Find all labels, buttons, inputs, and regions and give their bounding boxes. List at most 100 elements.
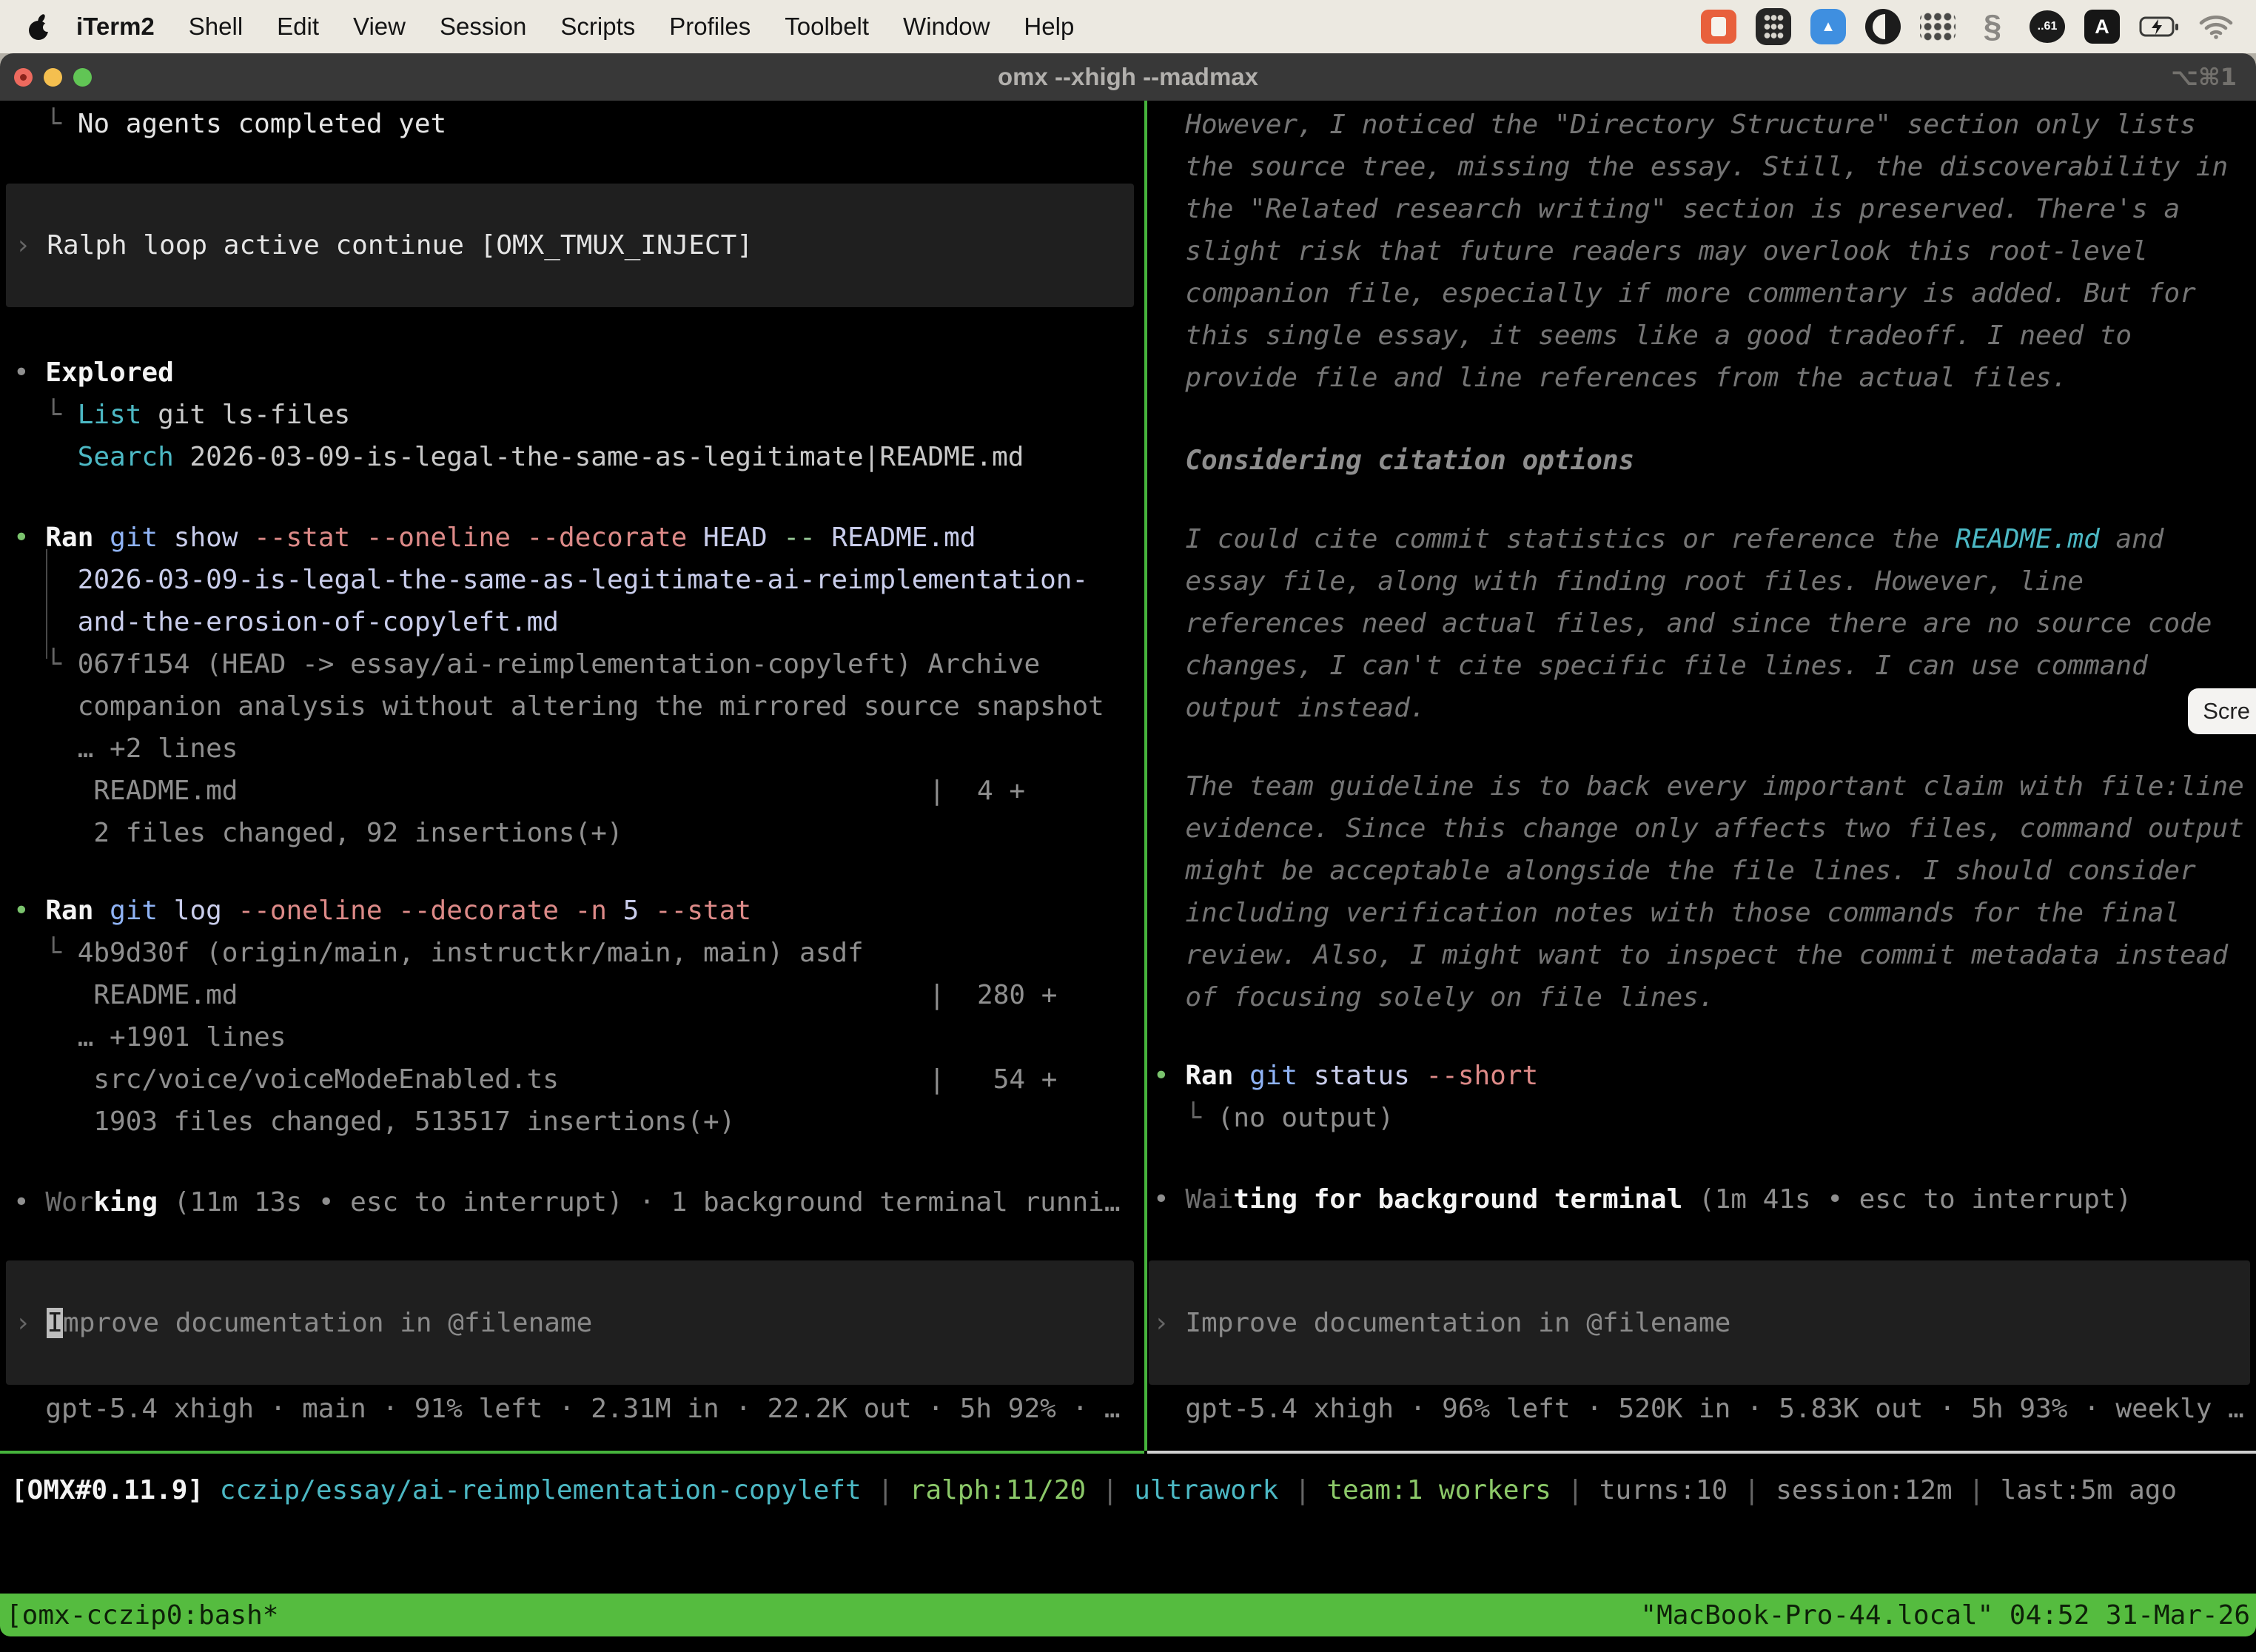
wifi-icon[interactable]	[2198, 9, 2234, 44]
menu-shell[interactable]: Shell	[172, 13, 260, 41]
active-pane-border	[0, 1451, 1144, 1454]
grid-widget-icon[interactable]	[1756, 8, 1791, 45]
screenshot-tool-icon[interactable]	[1701, 10, 1736, 44]
terminal-line: the "Related research writing" section i…	[1153, 188, 2256, 230]
battery-icon[interactable]	[2139, 9, 2179, 44]
input-source-icon[interactable]: A	[2084, 10, 2120, 44]
window-title: omx --xhigh --madmax	[0, 63, 2256, 91]
reasoning-heading: Considering citation options	[1149, 440, 2256, 482]
terminal-line: review. Also, I might want to inspect th…	[1153, 934, 2256, 976]
dots-grid-icon[interactable]	[1920, 12, 1955, 41]
terminal-line: › Ralph loop active continue [OMX_TMUX_I…	[15, 224, 1134, 266]
right-pane[interactable]: However, I noticed the "Directory Struct…	[1149, 101, 2256, 1451]
close-button[interactable]	[14, 68, 33, 87]
blue-bolt-icon[interactable]: ▲	[1810, 9, 1846, 44]
terminal-line: • Waiting for background terminal (1m 41…	[1153, 1178, 2256, 1220]
terminal-line: this single essay, it seems like a good …	[1153, 315, 2256, 357]
model-status: gpt-5.4 xhigh · main · 91% left · 2.31M …	[0, 1388, 1144, 1430]
screen-overlay-label: Scre	[2203, 698, 2250, 725]
zoom-button[interactable]	[73, 68, 92, 87]
terminal-line: • Ran git show --stat --oneline --decora…	[13, 517, 1144, 559]
terminal-line: of focusing solely on file lines.	[1153, 976, 2256, 1018]
pane-divider[interactable]	[1144, 101, 1147, 1451]
terminal-line: I could cite commit statistics or refere…	[1153, 518, 2256, 560]
titlebar[interactable]: omx --xhigh --madmax ⌥⌘1	[0, 53, 2256, 101]
terminal-line: changes, I can't cite specific file line…	[1153, 645, 2256, 687]
menu-view[interactable]: View	[336, 13, 423, 41]
terminal-line: src/voice/voiceModeEnabled.ts| 54 +	[13, 1058, 1144, 1101]
tab-shortcut-badge: ⌥⌘1	[2171, 63, 2237, 91]
agents-note: └ No agents completed yet	[0, 103, 1144, 145]
menu-window[interactable]: Window	[886, 13, 1007, 41]
terminal-line: Considering citation options	[1153, 440, 2256, 482]
terminal-line: references need actual files, and since …	[1153, 602, 2256, 645]
menu-profiles[interactable]: Profiles	[652, 13, 768, 41]
terminal-line: the source tree, missing the essay. Stil…	[1153, 146, 2256, 188]
injected-command-box[interactable]: › Ralph loop active continue [OMX_TMUX_I…	[6, 184, 1134, 307]
terminal-line: › Improve documentation in @filename	[15, 1302, 1134, 1344]
apple-menu-icon[interactable]	[27, 10, 52, 43]
screen-overlay-chip[interactable]: Scre	[2188, 688, 2256, 734]
media-crescent-icon[interactable]	[1865, 9, 1901, 44]
terminal-line: • Working (11m 13s • esc to interrupt) ·…	[13, 1181, 1144, 1223]
reasoning-paragraph-1: However, I noticed the "Directory Struct…	[1149, 104, 2256, 399]
terminal-line: • Explored	[13, 352, 1144, 394]
terminal-line: and-the-erosion-of-copyleft.md	[13, 601, 1144, 643]
terminal-line: The team guideline is to back every impo…	[1153, 765, 2256, 807]
menubar: iTerm2ShellEditViewSessionScriptsProfile…	[0, 0, 2256, 53]
menu-help[interactable]: Help	[1007, 13, 1091, 41]
terminal-line: 2 files changed, 92 insertions(+)	[13, 812, 1144, 854]
minimize-button[interactable]	[44, 68, 62, 87]
terminal-line: including verification notes with those …	[1153, 892, 2256, 934]
terminal-line: └ 067f154 (HEAD -> essay/ai-reimplementa…	[13, 643, 1144, 685]
terminal-line: └ (no output)	[1153, 1097, 2256, 1139]
terminal-line: provide file and line references from th…	[1153, 357, 2256, 399]
left-pane[interactable]: └ No agents completed yet › Ralph loop ac…	[0, 101, 1144, 1451]
reasoning-paragraph-3: The team guideline is to back every impo…	[1149, 765, 2256, 1018]
terminal-line: └ No agents completed yet	[13, 103, 1144, 145]
git-status-block: • Ran git status --short └ (no output)	[1149, 1055, 2256, 1139]
terminal-line: Search 2026-03-09-is-legal-the-same-as-l…	[13, 436, 1144, 478]
menu-session[interactable]: Session	[423, 13, 543, 41]
terminal-line: slight risk that future readers may over…	[1153, 230, 2256, 272]
terminal-line: • Ran git log --oneline --decorate -n 5 …	[13, 890, 1144, 932]
menu-iterm2[interactable]: iTerm2	[59, 13, 172, 41]
reasoning-paragraph-2: I could cite commit statistics or refere…	[1149, 518, 2256, 729]
terminal-line: • Ran git status --short	[1153, 1055, 2256, 1097]
git-show-block: • Ran git show --stat --oneline --decora…	[0, 517, 1144, 854]
prompt-input[interactable]: › Improve documentation in @filename	[6, 1260, 1134, 1385]
terminal-line: companion file, especially if more comme…	[1153, 272, 2256, 315]
menubar-status-icons: ▲ § ..61 A	[1682, 8, 2246, 45]
prompt-input[interactable]: › Improve documentation in @filename	[1149, 1260, 2250, 1385]
terminal-line: gpt-5.4 xhigh · main · 91% left · 2.31M …	[13, 1388, 1144, 1430]
waiting-status: • Waiting for background terminal (1m 41…	[1149, 1178, 2256, 1220]
explored-block: • Explored └ List git ls-files Search 20…	[0, 352, 1144, 478]
tmux-status-bar: [omx-cczip0:bash* "MacBook-Pro-44.local"…	[0, 1594, 2256, 1636]
terminal[interactable]: └ No agents completed yet › Ralph loop ac…	[0, 101, 2256, 1451]
terminal-line: However, I noticed the "Directory Struct…	[1153, 104, 2256, 146]
tree-guide-line	[46, 549, 47, 659]
menu-edit[interactable]: Edit	[260, 13, 336, 41]
menu-toolbelt[interactable]: Toolbelt	[768, 13, 886, 41]
inactive-pane-border	[1147, 1451, 2256, 1454]
terminal-line: might be acceptable alongside the file l…	[1153, 850, 2256, 892]
terminal-line: 2026-03-09-is-legal-the-same-as-legitima…	[13, 559, 1144, 601]
squiggle-icon[interactable]: §	[1975, 9, 2010, 44]
menu-scripts[interactable]: Scripts	[543, 13, 652, 41]
terminal-line: gpt-5.4 xhigh · 96% left · 520K in · 5.8…	[1153, 1388, 2256, 1430]
terminal-line: … +2 lines	[13, 728, 1144, 770]
terminal-line: └ 4b9d30f (origin/main, instructkr/main,…	[13, 932, 1144, 974]
terminal-line: … +1901 lines	[13, 1016, 1144, 1058]
terminal-line: › Improve documentation in @filename	[1153, 1302, 2250, 1344]
git-log-block: • Ran git log --oneline --decorate -n 5 …	[0, 890, 1144, 1143]
timer-61-icon[interactable]: ..61	[2030, 10, 2065, 43]
terminal-line: README.md| 280 +	[13, 974, 1144, 1016]
terminal-line: 1903 files changed, 513517 insertions(+)	[13, 1101, 1144, 1143]
terminal-line: essay file, along with finding root file…	[1153, 560, 2256, 602]
terminal-line: evidence. Since this change only affects…	[1153, 807, 2256, 850]
terminal-line: └ List git ls-files	[13, 394, 1144, 436]
terminal-line: output instead.	[1153, 687, 2256, 729]
terminal-line: companion analysis without altering the …	[13, 685, 1144, 728]
model-status: gpt-5.4 xhigh · 96% left · 520K in · 5.8…	[1149, 1388, 2256, 1430]
tmux-session-label: [omx-cczip0:bash*	[6, 1600, 278, 1631]
